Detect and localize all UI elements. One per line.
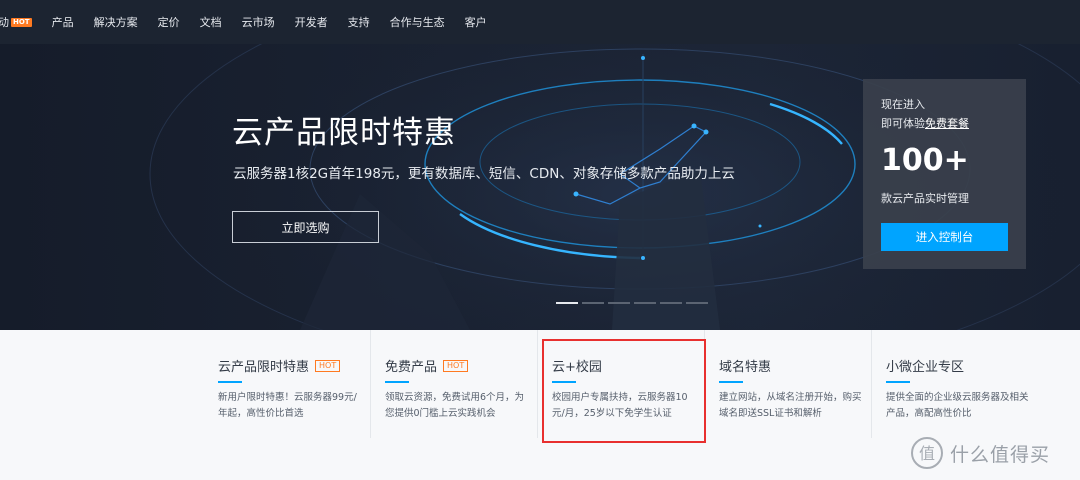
hot-badge: HOT <box>11 17 32 27</box>
promo-line-1: 现在进入 <box>881 98 925 111</box>
feature-desc: 领取云资源，免费试用6个月，为您提供0门槛上云实践机会 <box>385 392 525 419</box>
enter-console-button[interactable]: 进入控制台 <box>881 223 1008 251</box>
feature-desc: 提供全面的企业级云服务器及相关产品，高配高性价比 <box>886 392 1029 419</box>
watermark-text: 什么值得买 <box>950 443 1051 466</box>
hot-badge: HOT <box>315 359 341 372</box>
carousel-dot[interactable] <box>608 302 630 304</box>
carousel-dot[interactable] <box>556 302 578 304</box>
feature-accent-bar <box>385 381 409 383</box>
promo-line-2: 即可体验免费套餐 <box>881 115 969 131</box>
carousel-dot[interactable] <box>660 302 682 304</box>
nav-item-partners[interactable]: 合作与生态 <box>390 14 445 30</box>
feature-title-text: 域名特惠 <box>719 360 772 375</box>
hero-banner: 云产品限时特惠 云服务器1核2G首年198元，更有数据库、短信、CDN、对象存储… <box>0 44 1080 330</box>
feature-desc: 新用户限时特惠！云服务器99元/年起，高性价比首选 <box>218 392 357 419</box>
feature-accent-bar <box>719 381 743 383</box>
console-promo-card: 现在进入 即可体验免费套餐 100+ 款云产品实时管理 进入控制台 <box>863 79 1026 269</box>
feature-title-text: 云产品限时特惠 <box>218 360 310 375</box>
feature-card-small-business[interactable]: 小微企业专区 提供全面的企业级云服务器及相关产品，高配高性价比 <box>872 330 1039 438</box>
hot-badge: HOT <box>443 359 469 372</box>
nav-item-support[interactable]: 支持 <box>348 14 370 30</box>
hero-title: 云产品限时特惠 <box>232 115 456 151</box>
hero-subtitle: 云服务器1核2G首年198元，更有数据库、短信、CDN、对象存储多款产品助力上云 <box>233 166 735 182</box>
feature-desc: 校园用户专属扶持，云服务器10元/月，25岁以下免学生认证 <box>552 392 688 419</box>
nav-item-events[interactable]: 动 HOT <box>0 14 32 30</box>
feature-title: 免费产品 HOT <box>385 356 469 375</box>
product-count: 100+ <box>881 143 969 178</box>
nav-item-solutions[interactable]: 解决方案 <box>94 14 138 30</box>
feature-desc: 建立网站，从域名注册开始，购买域名即送SSL证书和解析 <box>719 392 862 419</box>
feature-title-text: 免费产品 <box>385 360 438 375</box>
feature-accent-bar <box>552 381 576 383</box>
nav-item-developers[interactable]: 开发者 <box>295 14 328 30</box>
nav-item-docs[interactable]: 文档 <box>200 14 222 30</box>
feature-card-free-products[interactable]: 免费产品 HOT 领取云资源，免费试用6个月，为您提供0门槛上云实践机会 <box>371 330 538 438</box>
feature-accent-bar <box>886 381 910 383</box>
feature-card-domain[interactable]: 域名特惠 建立网站，从域名注册开始，购买域名即送SSL证书和解析 <box>705 330 872 438</box>
buy-now-button[interactable]: 立即选购 <box>232 211 379 243</box>
top-navigation: 动 HOT 产品 解决方案 定价 文档 云市场 开发者 支持 合作与生态 客户 <box>0 0 1080 44</box>
feature-title: 云产品限时特惠 HOT <box>218 356 341 375</box>
carousel-indicators <box>556 302 712 304</box>
feature-card-campus[interactable]: 云+校园 校园用户专属扶持，云服务器10元/月，25岁以下免学生认证 <box>538 330 705 438</box>
product-count-desc: 款云产品实时管理 <box>881 192 969 205</box>
carousel-dot[interactable] <box>686 302 708 304</box>
feature-accent-bar <box>218 381 242 383</box>
carousel-dot[interactable] <box>634 302 656 304</box>
feature-title: 小微企业专区 <box>886 356 964 375</box>
svg-text:值: 值 <box>919 444 935 463</box>
feature-title: 云+校园 <box>552 356 602 375</box>
feature-title-text: 小微企业专区 <box>886 360 965 375</box>
feature-title: 域名特惠 <box>719 356 771 375</box>
nav-item-products[interactable]: 产品 <box>52 14 74 30</box>
feature-card-limited-offer[interactable]: 云产品限时特惠 HOT 新用户限时特惠！云服务器99元/年起，高性价比首选 <box>204 330 371 438</box>
nav-item-pricing[interactable]: 定价 <box>158 14 180 30</box>
zhi-logo-icon: 值 <box>911 437 943 469</box>
free-package-link[interactable]: 免费套餐 <box>925 117 969 130</box>
nav-item-label: 动 <box>0 16 9 29</box>
nav-item-customers[interactable]: 客户 <box>465 14 487 30</box>
nav-item-marketplace[interactable]: 云市场 <box>242 14 275 30</box>
carousel-dot[interactable] <box>582 302 604 304</box>
feature-title-text: 云+校园 <box>552 360 602 375</box>
watermark: 值 什么值得买 <box>910 436 1050 470</box>
promo-line-2-prefix: 即可体验 <box>881 117 925 130</box>
